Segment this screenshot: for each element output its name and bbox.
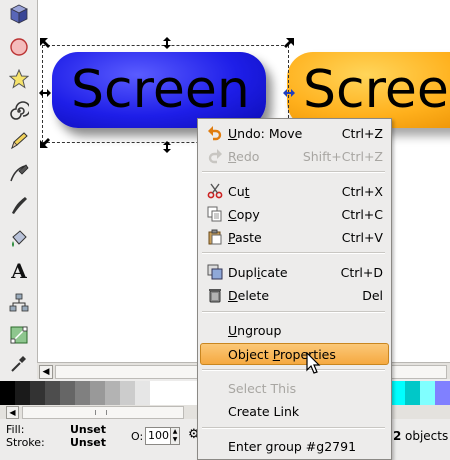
palette-scroll-thumb[interactable] xyxy=(22,406,184,419)
resize-handle-bottom-left[interactable] xyxy=(38,136,52,150)
palette-swatch[interactable] xyxy=(390,381,405,405)
dropper-icon[interactable] xyxy=(8,352,30,374)
menu-label: Paste xyxy=(228,230,262,245)
calligraphy-icon[interactable] xyxy=(8,194,30,216)
menu-item-undo[interactable]: Undo: Move Ctrl+Z xyxy=(199,122,390,144)
menu-shortcut: Shift+Ctrl+Z xyxy=(302,149,383,164)
mouse-pointer-icon xyxy=(306,352,321,374)
grip-icon xyxy=(95,410,107,415)
palette-swatch[interactable] xyxy=(15,381,30,405)
palette-swatch[interactable] xyxy=(60,381,75,405)
menu-label: Duplicate xyxy=(228,265,288,280)
menu-label: Select This xyxy=(228,381,297,396)
menu-label: Enter group #g2791 xyxy=(228,439,357,454)
menu-label: Delete xyxy=(228,288,270,303)
orange-object-text: Scree xyxy=(303,60,449,120)
paste-icon xyxy=(207,229,223,245)
fill-value[interactable]: Unset xyxy=(70,423,106,436)
menu-shortcut: Ctrl+X xyxy=(341,184,383,199)
menu-item-duplicate[interactable]: Duplicate Ctrl+D xyxy=(199,261,390,283)
paint-bucket-icon[interactable] xyxy=(8,228,30,250)
spiral-icon[interactable] xyxy=(8,100,30,122)
trash-icon xyxy=(207,287,223,303)
duplicate-icon xyxy=(207,264,223,280)
resize-handle-top[interactable] xyxy=(160,36,174,50)
menu-item-delete[interactable]: Delete Del xyxy=(199,284,390,306)
fill-label: Fill: xyxy=(6,423,25,436)
pencil-icon[interactable] xyxy=(8,130,30,152)
menu-item-object-properties[interactable]: Object Properties xyxy=(200,343,389,365)
menu-label: Create Link xyxy=(228,404,300,419)
copy-icon xyxy=(207,206,223,222)
menu-item-ungroup[interactable]: Ungroup xyxy=(199,319,390,341)
menu-label: Cut xyxy=(228,184,250,199)
menu-label: Redo xyxy=(228,149,260,164)
circle-icon[interactable] xyxy=(8,36,30,58)
palette-swatch[interactable] xyxy=(45,381,60,405)
menu-separator xyxy=(202,252,385,254)
stroke-label: Stroke: xyxy=(6,436,45,449)
menu-item-redo[interactable]: Redo Shift+Ctrl+Z xyxy=(199,145,390,167)
resize-handle-right[interactable] xyxy=(282,86,296,100)
palette-swatch[interactable] xyxy=(435,381,450,405)
objects-count: 2 xyxy=(393,429,402,443)
palette-swatch[interactable] xyxy=(90,381,105,405)
palette-swatch[interactable] xyxy=(180,381,195,405)
menu-label: Undo: Move xyxy=(228,126,303,141)
menu-separator xyxy=(202,427,385,429)
palette-swatch[interactable] xyxy=(75,381,90,405)
menu-shortcut: Del xyxy=(362,288,383,303)
palette-swatch[interactable] xyxy=(165,381,180,405)
toolbox: A xyxy=(0,0,36,378)
palette-swatch[interactable] xyxy=(420,381,435,405)
palette-swatch[interactable] xyxy=(120,381,135,405)
opacity-input[interactable]: 100 xyxy=(145,427,171,445)
menu-separator xyxy=(202,171,385,173)
menu-item-copy[interactable]: Copy Ctrl+C xyxy=(199,203,390,225)
opacity-label: O: xyxy=(131,430,144,443)
menu-shortcut: Ctrl+Z xyxy=(341,126,383,141)
menu-separator xyxy=(202,311,385,313)
menu-item-cut[interactable]: Cut Ctrl+X xyxy=(199,180,390,202)
menu-shortcut: Ctrl+V xyxy=(341,230,383,245)
resize-handle-bottom[interactable] xyxy=(160,140,174,154)
connector-icon[interactable] xyxy=(8,292,30,314)
menu-shortcut: Ctrl+C xyxy=(341,207,383,222)
text-icon[interactable]: A xyxy=(8,259,30,283)
context-menu: Undo: Move Ctrl+Z Redo Shift+Ctrl+Z Cut … xyxy=(197,118,392,460)
menu-item-paste[interactable]: Paste Ctrl+V xyxy=(199,226,390,248)
palette-scroll-left-icon[interactable]: ◀ xyxy=(6,406,19,419)
star-icon[interactable] xyxy=(8,68,30,90)
menu-separator xyxy=(202,369,385,371)
menu-item-create-link[interactable]: Create Link xyxy=(199,400,390,422)
undo-icon xyxy=(207,125,223,141)
objects-text: objects xyxy=(405,429,449,443)
pen-icon[interactable] xyxy=(8,162,30,184)
menu-item-select-this[interactable]: Select This xyxy=(199,377,390,399)
opacity-spin-icon[interactable]: ▲ ▼ xyxy=(170,427,180,445)
palette-swatch[interactable] xyxy=(150,381,165,405)
palette-swatch[interactable] xyxy=(405,381,420,405)
resize-handle-top-right[interactable] xyxy=(282,36,296,50)
scissors-icon xyxy=(207,183,223,199)
resize-handle-top-left[interactable] xyxy=(38,36,52,50)
menu-shortcut: Ctrl+D xyxy=(340,265,383,280)
menu-item-enter-group[interactable]: Enter group #g2791 xyxy=(199,435,390,457)
3d-box-icon[interactable] xyxy=(8,3,30,25)
resize-handle-left[interactable] xyxy=(38,86,52,100)
palette-swatch[interactable] xyxy=(30,381,45,405)
palette-swatch[interactable] xyxy=(135,381,150,405)
scroll-left-arrow-icon[interactable]: ◀ xyxy=(39,365,53,379)
node-icon[interactable] xyxy=(8,324,30,346)
palette-swatch[interactable] xyxy=(105,381,120,405)
menu-label: Copy xyxy=(228,207,260,222)
stroke-value[interactable]: Unset xyxy=(70,436,106,449)
palette-swatch[interactable] xyxy=(0,381,15,405)
opacity-value: 100 xyxy=(148,429,169,442)
menu-label: Ungroup xyxy=(228,323,282,338)
redo-icon xyxy=(207,148,223,164)
